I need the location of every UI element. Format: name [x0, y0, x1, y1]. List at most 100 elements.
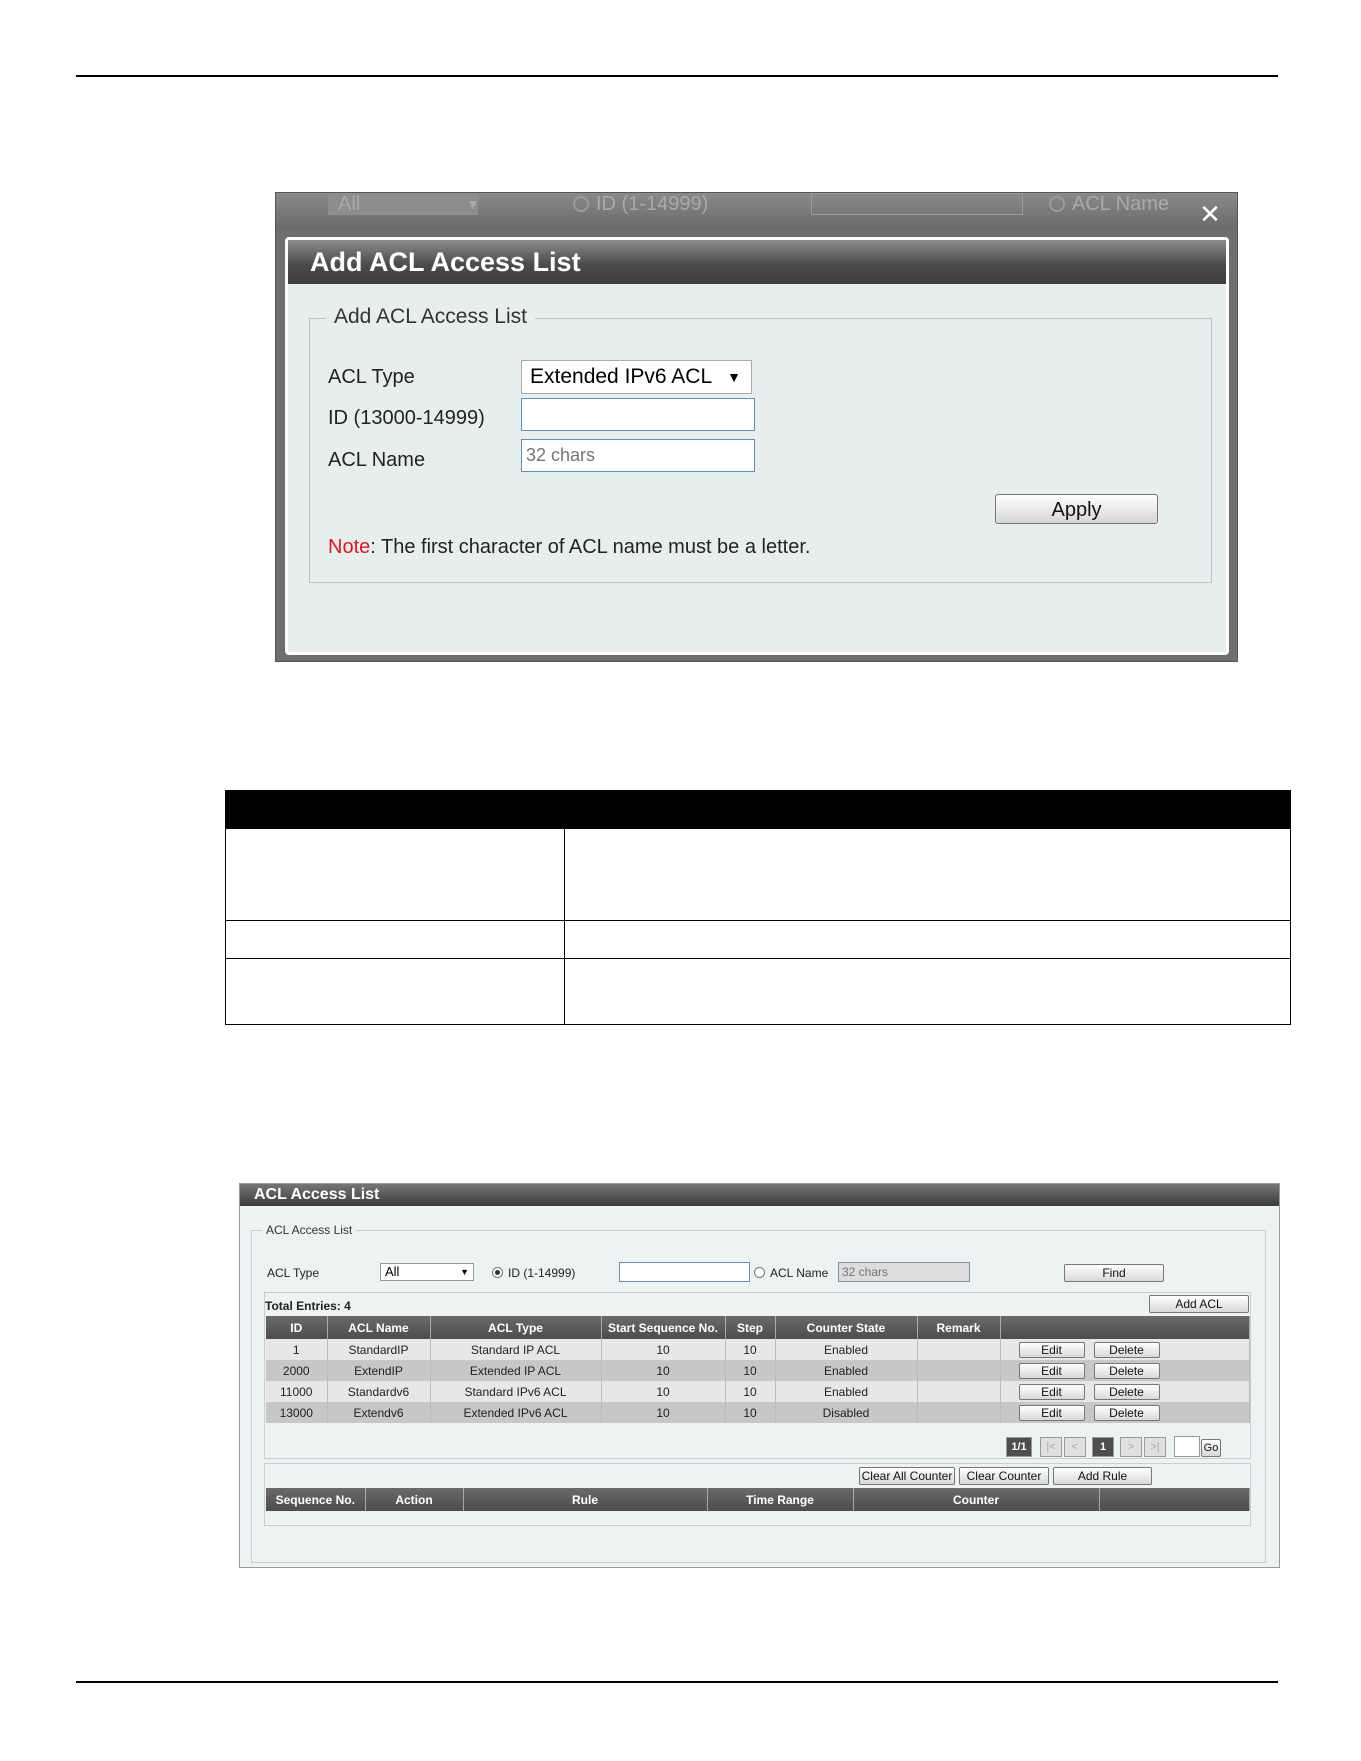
edit-button[interactable]: Edit: [1018, 1405, 1085, 1421]
id-radio[interactable]: [492, 1267, 503, 1278]
page-indicator: 1/1: [1006, 1437, 1032, 1457]
current-page[interactable]: 1: [1092, 1437, 1114, 1457]
clear-counter-button[interactable]: Clear Counter: [959, 1467, 1049, 1485]
chevron-down-icon: ▼: [466, 196, 480, 212]
note-key: Note: [328, 536, 371, 558]
dialog-legend: Add ACL Access List: [326, 305, 535, 329]
acl-name-radio[interactable]: [754, 1267, 765, 1278]
background-acl-type-select: All: [328, 193, 478, 215]
background-name-radio: [1049, 196, 1065, 212]
edit-button[interactable]: Edit: [1018, 1342, 1085, 1358]
delete-button[interactable]: Delete: [1093, 1342, 1160, 1358]
dialog-title: Add ACL Access List: [288, 240, 1226, 284]
background-name-label: ACL Name: [1072, 193, 1170, 215]
rules-panel: Clear All Counter Clear Counter Add Rule…: [264, 1463, 1251, 1526]
delete-button[interactable]: Delete: [1093, 1363, 1160, 1379]
col-id: ID: [266, 1316, 328, 1339]
table-row: 13000 Extendv6 Extended IPv6 ACL 10 10 Disabl…: [266, 1402, 1250, 1423]
cell-counter-state: Enabled: [775, 1360, 918, 1381]
cell-start-sequence: 10: [601, 1339, 726, 1360]
cell-step: 10: [725, 1402, 776, 1423]
pagination: 1/1 |< < 1 > >| Go: [1006, 1436, 1246, 1458]
last-page-button[interactable]: >|: [1144, 1437, 1166, 1457]
cell-acl-name: Standardv6: [327, 1381, 431, 1402]
acl-type-select[interactable]: Extended IPv6 ACL ▼: [521, 360, 752, 394]
cell-counter-state: Disabled: [775, 1402, 918, 1423]
table-row: [225, 958, 1291, 1025]
background-id-input: [811, 193, 1023, 215]
cell-start-sequence: 10: [601, 1381, 726, 1402]
prev-page-button[interactable]: <: [1064, 1437, 1086, 1457]
table-cell: [564, 958, 1291, 1025]
cell-start-sequence: 10: [601, 1360, 726, 1381]
note-text: Note: The first character of ACL name mu…: [328, 536, 810, 559]
clear-all-counter-button[interactable]: Clear All Counter: [859, 1467, 955, 1485]
table-header-row: [225, 790, 1291, 829]
id-input[interactable]: [619, 1262, 750, 1282]
cell-step: 10: [725, 1339, 776, 1360]
cell-id: 11000: [266, 1381, 328, 1402]
add-acl-button[interactable]: Add ACL: [1149, 1295, 1249, 1313]
background-id-label: ID (1-14999): [596, 193, 709, 215]
cell-acl-name: ExtendIP: [327, 1360, 431, 1381]
table-cell: [225, 958, 565, 1025]
acl-type-value: Extended IPv6 ACL: [530, 365, 713, 388]
cell-id: 13000: [266, 1402, 328, 1423]
find-button[interactable]: Find: [1064, 1264, 1164, 1282]
delete-button[interactable]: Delete: [1093, 1405, 1160, 1421]
cell-counter-state: Enabled: [775, 1381, 918, 1402]
cell-acl-type: Extended IP ACL: [430, 1360, 602, 1381]
col-counter-state: Counter State: [775, 1316, 918, 1339]
add-acl-dialog: Add ACL Access List Add ACL Access List …: [285, 237, 1229, 655]
total-entries: Total Entries: 4: [265, 1299, 351, 1313]
panel-title: ACL Access List: [240, 1184, 1279, 1206]
edit-button[interactable]: Edit: [1018, 1384, 1085, 1400]
cell-acl-type: Extended IPv6 ACL: [430, 1402, 602, 1423]
col-acl-type: ACL Type: [430, 1316, 602, 1339]
page-number-input[interactable]: [1174, 1436, 1200, 1457]
parameter-description-table: [225, 790, 1291, 1025]
table-row: 1 StandardIP Standard IP ACL 10 10 Enabled Edi…: [266, 1339, 1250, 1360]
top-rule: [76, 75, 1278, 77]
rules-table: Sequence No. Action Rule Time Range Coun…: [266, 1488, 1250, 1511]
acl-access-list-screenshot: ACL Access List ACL Access List ACL Type…: [239, 1183, 1280, 1568]
cell-remark: [917, 1360, 1001, 1381]
go-button[interactable]: Go: [1201, 1439, 1221, 1457]
panel-body: ACL Access List ACL Type All ▼ ID (1-149…: [240, 1206, 1279, 1567]
id-label: ID (13000-14999): [328, 407, 485, 429]
acl-type-label: ACL Type: [328, 366, 415, 388]
acl-name-input[interactable]: [838, 1262, 970, 1282]
table-header-row: ID ACL Name ACL Type Start Sequence No. …: [266, 1316, 1250, 1339]
id-radio-label: ID (1-14999): [508, 1266, 576, 1280]
table-cell: [225, 828, 565, 921]
delete-button[interactable]: Delete: [1093, 1384, 1160, 1400]
col-start-sequence: Start Sequence No.: [601, 1316, 726, 1339]
chevron-down-icon: ▼: [727, 369, 741, 385]
cell-start-sequence: 10: [601, 1402, 726, 1423]
cell-counter-state: Enabled: [775, 1339, 918, 1360]
cell-id: 2000: [266, 1360, 328, 1381]
cell-remark: [917, 1381, 1001, 1402]
apply-button[interactable]: Apply: [995, 494, 1158, 524]
table-header-cell: [564, 790, 1291, 829]
close-icon[interactable]: ✕: [1198, 201, 1222, 227]
first-page-button[interactable]: |<: [1040, 1437, 1062, 1457]
id-input[interactable]: [521, 398, 755, 431]
cell-remark: [917, 1339, 1001, 1360]
col-sequence-no: Sequence No.: [266, 1488, 366, 1511]
background-filter-bar: All ▼ ID (1-14999) ACL Name: [276, 193, 1237, 229]
table-row: 2000 ExtendIP Extended IP ACL 10 10 Enabled Ed…: [266, 1360, 1250, 1381]
cell-step: 10: [725, 1360, 776, 1381]
next-page-button[interactable]: >: [1120, 1437, 1142, 1457]
acl-name-input[interactable]: [521, 439, 755, 472]
add-rule-button[interactable]: Add Rule: [1053, 1467, 1152, 1485]
acl-type-select[interactable]: All ▼: [380, 1263, 474, 1281]
cell-remark: [917, 1402, 1001, 1423]
cell-acl-name: StandardIP: [327, 1339, 431, 1360]
col-rule-extra: [1099, 1488, 1250, 1511]
edit-button[interactable]: Edit: [1018, 1363, 1085, 1379]
table-row: [225, 828, 1291, 921]
table-cell: [564, 828, 1291, 921]
cell-step: 10: [725, 1381, 776, 1402]
cell-acl-type: Standard IP ACL: [430, 1339, 602, 1360]
